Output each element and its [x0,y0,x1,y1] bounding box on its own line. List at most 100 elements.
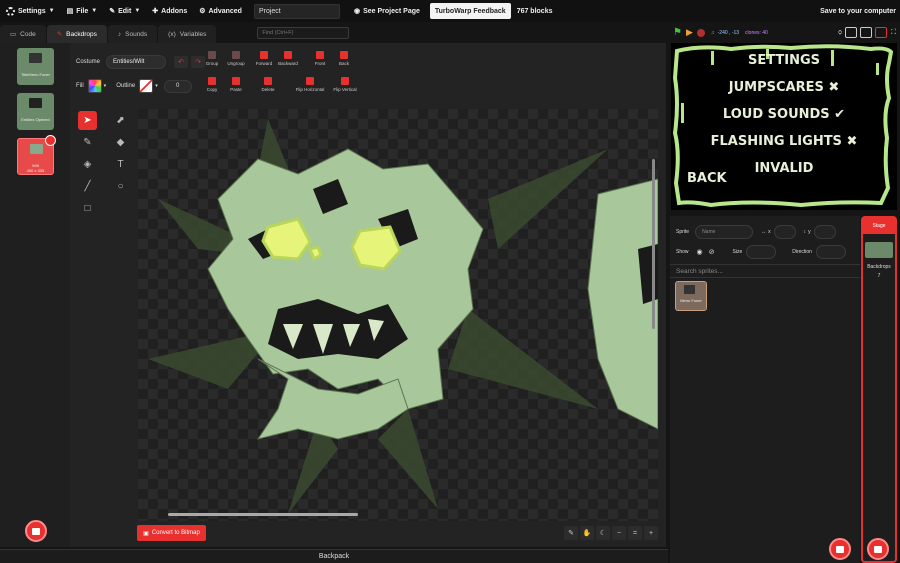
find-input[interactable]: Find (Ctrl+F) [257,27,350,39]
fill-color-picker[interactable] [87,79,102,93]
rectangle-tool-icon[interactable]: □ [78,199,97,218]
ungroup-button[interactable]: Ungroup [224,51,248,66]
group-icon [208,51,216,59]
save-button[interactable]: Save to your computer [814,0,900,22]
flip-vertical-button[interactable]: Flip Vertical [328,77,362,92]
expand-icon[interactable]: ⛶ [891,29,896,37]
add-backdrop-button[interactable] [867,538,889,560]
addons-icon: ✚ [152,8,159,15]
eraser-tool-icon[interactable]: ◆ [111,133,130,152]
copy-button[interactable]: Copy [200,77,224,92]
small-stage-icon[interactable] [845,27,858,38]
direction-input[interactable] [815,245,846,259]
group-button[interactable]: Group [200,51,224,66]
fill-tool-icon[interactable]: ◈ [78,155,97,174]
outline-color-picker[interactable] [139,79,154,93]
see-project-page-button[interactable]: ◉ See Project Page [348,0,426,22]
pointer-icon[interactable]: ✋ [580,526,594,540]
flip-vertical-icon [341,77,349,85]
paint-canvas[interactable] [138,109,658,521]
file-menu[interactable]: ▤ File ▼ [61,0,104,22]
costume-item[interactable]: TitleMenu Foner [17,48,54,85]
large-stage-icon[interactable] [860,27,873,38]
zoom-in-button[interactable]: + [644,526,658,540]
convert-to-bitmap-button[interactable]: ▣ Convert to Bitmap [137,525,206,541]
show-visible-icon[interactable]: ◉ [697,248,703,256]
backpack[interactable]: Backpack [0,549,668,563]
menu-title: SETTINGS [747,53,821,68]
chevron-down-icon: ▾ [103,83,107,89]
paste-button[interactable]: Paste [224,77,248,92]
gear-icon [6,6,15,16]
add-costume-button[interactable] [25,520,47,542]
arrow-up-icon [260,51,268,59]
back-button[interactable]: Back [332,51,356,66]
backward-button[interactable]: Backward [276,51,300,66]
advanced-menu[interactable]: ⚙ Advanced [193,0,248,22]
pen-icon[interactable]: ✎ [564,526,578,540]
stop-icon[interactable] [696,28,705,37]
brush-icon: ✎ [56,31,63,38]
blocks-count: 767 blocks [516,7,553,15]
sprite-name-input[interactable]: Name [695,225,754,239]
vertical-scrollbar[interactable] [652,159,655,329]
delete-button[interactable]: Delete [256,77,280,92]
menu-back[interactable]: BACK [687,171,727,186]
variables-icon: (x) [168,30,176,38]
trash-icon [264,77,272,85]
zoom-reset-button[interactable]: = [628,526,642,540]
settings-menu[interactable]: Settings ▼ [0,0,61,22]
add-sprite-icon [836,545,844,553]
backdrops-label: Backdrops [867,264,891,270]
chevron-down-icon: ▼ [91,8,98,14]
flip-horizontal-icon [306,77,314,85]
tab-backdrops[interactable]: ✎ Backdrops [46,25,107,43]
search-sprites-input[interactable]: Search sprites... [670,264,860,278]
feedback-button[interactable]: TurboWarp Feedback [429,3,511,19]
horizontal-scrollbar[interactable] [168,513,358,516]
costume-name-input[interactable]: Entities/Wilt [106,55,167,69]
edit-menu[interactable]: ✎ Edit ▼ [103,0,146,22]
stage-selector[interactable]: Stage Backdrops 7 [861,216,897,563]
delete-costume-icon[interactable] [45,135,56,146]
line-tool-icon[interactable]: ╱ [78,177,97,196]
menu-loud-sounds[interactable]: LOUD SOUNDS ✔ [671,101,897,128]
tab-variables[interactable]: (x) Variables [158,25,217,43]
tab-code[interactable]: ▭ Code [0,25,46,43]
stage-thumbnail [865,242,893,258]
green-flag-icon[interactable]: ⚑ [673,27,682,38]
menu-flashing-lights[interactable]: FLASHING LIGHTS ✖ [671,128,897,155]
editor-tabs: ▭ Code ✎ Backdrops ♪ Sounds (x) Variables Fi… [0,25,668,43]
flip-horizontal-button[interactable]: Flip Horizontal [292,77,328,92]
debug-icon[interactable]: ⛭ [838,30,842,36]
add-sprite-button[interactable] [829,538,851,560]
forward-button[interactable]: Forward [252,51,276,66]
outline-width-input[interactable]: 0 [163,79,192,93]
chevron-down-icon: ▼ [134,8,141,14]
moon-icon[interactable]: ☾ [596,526,610,540]
undo-button[interactable]: ↶ [174,56,189,68]
front-button[interactable]: Front [308,51,332,66]
stage-canvas[interactable]: SETTINGS JUMPSCARES ✖ LOUD SOUNDS ✔ FLAS… [671,43,897,210]
reshape-tool-icon[interactable]: ⬈ [111,111,130,130]
text-tool-icon[interactable]: T [111,155,130,174]
play-icon[interactable]: ▶ [686,27,693,38]
size-input[interactable] [746,245,777,259]
arrow-down-icon [284,51,292,59]
y-input[interactable] [813,225,836,239]
costume-thumbnail [30,144,43,154]
menu-jumpscares[interactable]: JUMPSCARES ✖ [671,74,897,101]
show-hidden-icon[interactable]: ⊘ [709,248,715,256]
addons-menu[interactable]: ✚ Addons [146,0,193,22]
costume-item-selected[interactable]: Wilt 450 x 305 [17,135,56,175]
brush-tool-icon[interactable]: ✎ [78,133,97,152]
circle-tool-icon[interactable]: ○ [111,177,130,196]
select-tool-icon[interactable]: ➤ [78,111,97,130]
costume-item[interactable]: Entities Opened [17,93,54,130]
x-input[interactable] [773,225,796,239]
tab-sounds[interactable]: ♪ Sounds [107,25,158,43]
project-title-input[interactable]: Project [253,3,340,19]
fullscreen-icon[interactable] [875,27,888,38]
zoom-out-button[interactable]: − [612,526,626,540]
sprite-thumbnail[interactable]: Menu Foner [675,281,707,311]
